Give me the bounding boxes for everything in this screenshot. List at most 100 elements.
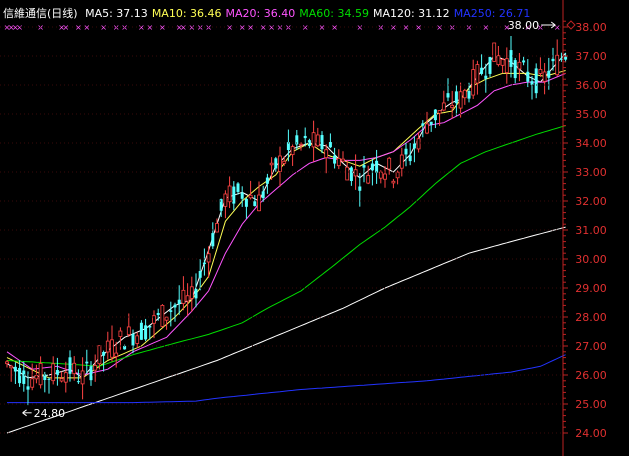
candle-body [496,55,501,65]
legend-item: MA10: 36.46 [152,7,222,20]
candle-body [429,121,433,125]
tick-label: 27.00 [575,340,607,353]
candle-body [395,171,400,179]
candle-body [80,370,85,385]
legend-item: MA5: 37.13 [85,7,148,20]
tick-label: 35.00 [575,108,607,121]
candle-body [341,158,345,162]
signal-marker: × [268,23,275,32]
tick-label: 26.00 [575,369,607,382]
candle-body [257,194,261,212]
candle-body [211,233,215,247]
tick-label: 38.00 [575,21,607,34]
tick-label: 37.00 [575,50,607,63]
candle-body [311,132,316,148]
candle-body [47,378,51,380]
candle-body [5,361,9,365]
candle-body [26,386,30,390]
candle-body [555,54,560,76]
candle-body [206,253,211,263]
candle-body [269,162,274,166]
candle-body [223,193,228,207]
tick-label: 25.00 [575,398,607,411]
candle-body [30,378,35,388]
tick-label: 28.00 [575,311,607,324]
candle-body [51,363,56,382]
candle-body [299,143,303,146]
diamond-icon [566,20,576,30]
candle-body [462,89,467,99]
candle-body [93,365,98,371]
candle-body [425,123,429,134]
candle-body [76,381,80,383]
candle-body [253,201,257,207]
candle-body [500,59,505,66]
candle-body [126,326,131,335]
tick-label: 36.00 [575,79,607,92]
candle-body [358,186,362,191]
candle-body [362,165,366,168]
candle-body [63,372,68,383]
candle-body [421,123,425,126]
candle-body [240,192,244,199]
candle-body [538,69,543,74]
candle-body [139,322,143,340]
candle-body [454,91,458,104]
candle-body [509,50,513,67]
legend: 信維通信(日线) MA5: 37.13 MA10: 36.46 MA20: 36.4… [3,6,530,20]
candle-body [9,365,14,369]
candle-body [492,42,497,62]
candle-body [22,370,26,384]
candle-body [383,173,387,180]
annotation-label: 38.00 [508,19,540,32]
signal-marker: × [188,23,195,32]
candle-body [274,158,278,169]
candle-body [370,163,374,171]
candle-body [458,91,463,109]
candle-body [118,330,123,337]
candle-body [328,142,332,148]
candle-body [97,345,102,365]
candle-body [387,157,392,170]
legend-item: MA250: 26.71 [454,7,531,20]
candle-body [416,138,421,150]
candlesticks [5,35,568,406]
candle-body [450,104,455,108]
candle-body [185,295,190,302]
candle-body [198,270,202,278]
candle-body [408,155,412,162]
candle-body [18,367,22,384]
candle-body [55,369,59,376]
candle-body [437,110,442,114]
candle-body [169,310,173,312]
tick-label: 24.00 [575,427,607,440]
candle-body [349,167,353,182]
candle-body [336,157,341,167]
candle-body [530,81,534,85]
candle-body [475,64,480,84]
candle-body [13,366,17,372]
candle-body [333,155,337,164]
candle-body [404,148,408,155]
candle-body [353,169,358,177]
signal-marker: × [16,23,23,32]
candle-body [375,160,379,173]
candle-body [564,56,568,60]
candle-body [156,312,160,316]
candle-body [278,155,282,172]
tick-label: 29.00 [575,282,607,295]
candle-body [391,180,396,184]
candle-body [559,58,563,60]
tick-label: 33.00 [575,166,607,179]
legend-item: MA20: 36.40 [226,7,296,20]
legend-item: MA60: 34.59 [299,7,369,20]
candle-body [534,68,538,94]
candle-body [399,154,404,169]
candle-body [89,366,93,381]
candle-body [504,58,509,74]
candle-body [526,71,530,82]
candle-body [59,378,64,382]
stock-chart[interactable]: ××××××××××××××××××××××××××××××××××××××××… [0,0,629,456]
candle-body [446,93,450,98]
candle-body [551,58,555,62]
